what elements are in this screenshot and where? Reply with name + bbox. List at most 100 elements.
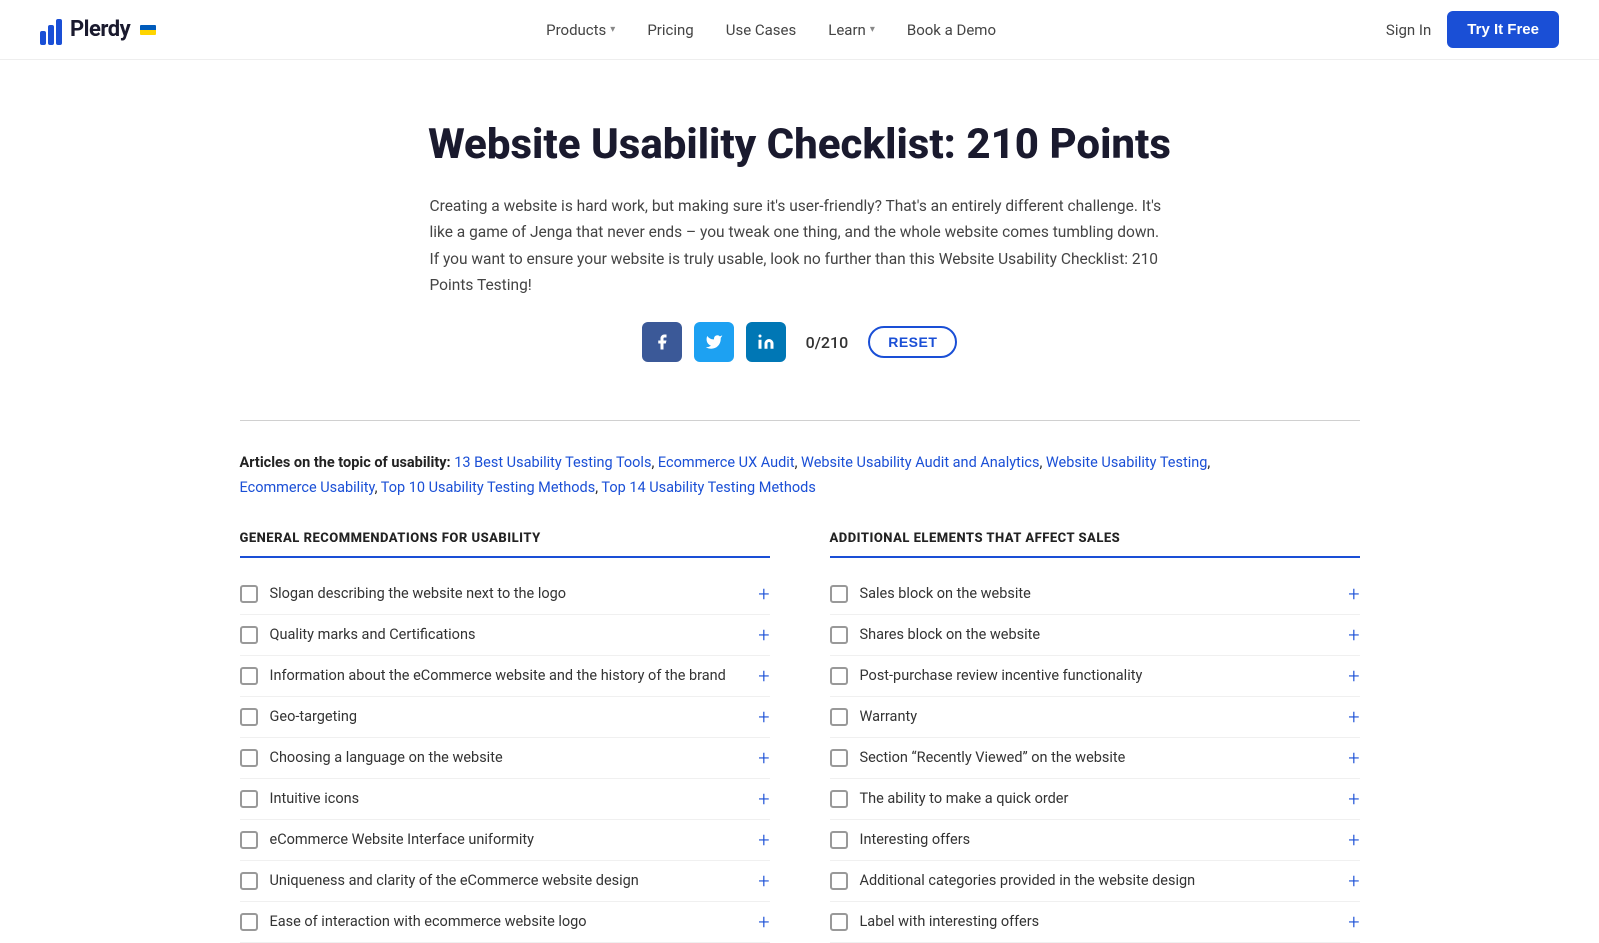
checklist-item-label: Sales block on the website [860, 585, 1031, 602]
checklist-checkbox[interactable] [830, 872, 848, 890]
bar3 [56, 19, 62, 45]
checklist-checkbox[interactable] [240, 708, 258, 726]
articles-label: Articles on the topic of usability: [240, 454, 451, 471]
checklist-checkbox[interactable] [830, 913, 848, 931]
list-item: Ease of interaction with ecommerce websi… [240, 902, 770, 943]
list-item: Shares block on the website + [830, 615, 1360, 656]
checklist-checkbox[interactable] [240, 749, 258, 767]
checklist-item-label: Label with interesting offers [860, 913, 1040, 930]
linkedin-share-button[interactable] [746, 322, 786, 362]
linkedin-icon [757, 333, 775, 351]
expand-icon[interactable]: + [758, 789, 769, 809]
expand-icon[interactable]: + [758, 666, 769, 686]
expand-icon[interactable]: + [1348, 748, 1359, 768]
expand-icon[interactable]: + [1348, 707, 1359, 727]
expand-icon[interactable]: + [1348, 830, 1359, 850]
article-link-7[interactable]: Top 14 Usability Testing Methods [601, 479, 815, 496]
nav-learn[interactable]: Learn ▾ [828, 21, 875, 39]
left-section-title: GENERAL RECOMMENDATIONS FOR USABILITY [240, 531, 770, 558]
expand-icon[interactable]: + [758, 625, 769, 645]
checklist-checkbox[interactable] [240, 913, 258, 931]
checklist-checkbox[interactable] [830, 667, 848, 685]
checklist-checkbox[interactable] [830, 626, 848, 644]
right-checklist-items: Sales block on the website + Shares bloc… [830, 574, 1360, 943]
checklist-item-label: Intuitive icons [270, 790, 360, 807]
section-divider [240, 420, 1360, 421]
list-item: Additional categories provided in the we… [830, 861, 1360, 902]
checklist-checkbox[interactable] [240, 790, 258, 808]
nav-use-cases[interactable]: Use Cases [726, 21, 797, 39]
expand-icon[interactable]: + [758, 912, 769, 932]
list-item: Quality marks and Certifications + [240, 615, 770, 656]
checklist-checkbox[interactable] [830, 708, 848, 726]
checklist-checkbox[interactable] [830, 831, 848, 849]
checklist-item-label: Information about the eCommerce website … [270, 667, 726, 684]
expand-icon[interactable]: + [1348, 584, 1359, 604]
logo[interactable]: Plerdy [40, 15, 156, 45]
logo-icon [40, 15, 62, 45]
article-link-3[interactable]: Website Usability Audit and Analytics, [801, 454, 1042, 471]
facebook-icon [653, 333, 671, 351]
facebook-share-button[interactable] [642, 322, 682, 362]
left-column: GENERAL RECOMMENDATIONS FOR USABILITY Sl… [240, 531, 770, 943]
checklist-item-label: eCommerce Website Interface uniformity [270, 831, 535, 848]
list-item: Slogan describing the website next to th… [240, 574, 770, 615]
checklist-item-label: Section “Recently Viewed” on the website [860, 749, 1126, 766]
article-link-6[interactable]: Top 10 Usability Testing Methods, [381, 479, 598, 496]
list-item: Section “Recently Viewed” on the website… [830, 738, 1360, 779]
checklist-item-label: The ability to make a quick order [860, 790, 1069, 807]
ukraine-flag [140, 25, 156, 35]
article-link-2[interactable]: Ecommerce UX Audit, [658, 454, 798, 471]
header-actions: Sign In Try It Free [1386, 11, 1559, 48]
bar2 [48, 25, 54, 45]
checklist-checkbox[interactable] [830, 749, 848, 767]
main-nav: Products ▾ Pricing Use Cases Learn ▾ Boo… [546, 21, 996, 39]
expand-icon[interactable]: + [1348, 871, 1359, 891]
nav-pricing[interactable]: Pricing [647, 21, 693, 39]
twitter-share-button[interactable] [694, 322, 734, 362]
list-item: Label with interesting offers + [830, 902, 1360, 943]
expand-icon[interactable]: + [1348, 789, 1359, 809]
sign-in-link[interactable]: Sign In [1386, 21, 1431, 39]
nav-products[interactable]: Products ▾ [546, 21, 615, 39]
checklist-item-label: Uniqueness and clarity of the eCommerce … [270, 872, 639, 889]
checklist-grid: GENERAL RECOMMENDATIONS FOR USABILITY Sl… [240, 531, 1360, 943]
logo-text: Plerdy [70, 17, 130, 42]
checklist-item-label: Ease of interaction with ecommerce websi… [270, 913, 587, 930]
article-link-4[interactable]: Website Usability Testing, [1046, 454, 1210, 471]
checklist-item-label: Warranty [860, 708, 918, 725]
expand-icon[interactable]: + [758, 707, 769, 727]
list-item: Interesting offers + [830, 820, 1360, 861]
nav-book-demo[interactable]: Book a Demo [907, 21, 996, 39]
checklist-checkbox[interactable] [830, 790, 848, 808]
left-checklist-items: Slogan describing the website next to th… [240, 574, 770, 943]
expand-icon[interactable]: + [1348, 625, 1359, 645]
checklist-checkbox[interactable] [240, 872, 258, 890]
expand-icon[interactable]: + [758, 748, 769, 768]
article-link-1[interactable]: 13 Best Usability Testing Tools, [454, 454, 654, 471]
list-item: Uniqueness and clarity of the eCommerce … [240, 861, 770, 902]
checklist-checkbox[interactable] [240, 626, 258, 644]
main-content: Website Usability Checklist: 210 Points … [200, 60, 1400, 943]
expand-icon[interactable]: + [1348, 666, 1359, 686]
try-free-button[interactable]: Try It Free [1447, 11, 1559, 48]
reset-button[interactable]: RESET [868, 326, 957, 358]
hero-description: Creating a website is hard work, but mak… [430, 193, 1170, 298]
article-link-5[interactable]: Ecommerce Usability, [240, 479, 378, 496]
expand-icon[interactable]: + [1348, 912, 1359, 932]
chevron-down-icon: ▾ [870, 24, 875, 35]
expand-icon[interactable]: + [758, 584, 769, 604]
checklist-checkbox[interactable] [830, 585, 848, 603]
list-item: Choosing a language on the website + [240, 738, 770, 779]
checklist-checkbox[interactable] [240, 585, 258, 603]
twitter-icon [705, 333, 723, 351]
expand-icon[interactable]: + [758, 871, 769, 891]
list-item: Intuitive icons + [240, 779, 770, 820]
checklist-counter: 0/210 [806, 333, 849, 352]
list-item: Warranty + [830, 697, 1360, 738]
expand-icon[interactable]: + [758, 830, 769, 850]
checklist-checkbox[interactable] [240, 831, 258, 849]
right-column: ADDITIONAL ELEMENTS THAT AFFECT SALES Sa… [830, 531, 1360, 943]
checklist-item-label: Shares block on the website [860, 626, 1041, 643]
checklist-checkbox[interactable] [240, 667, 258, 685]
